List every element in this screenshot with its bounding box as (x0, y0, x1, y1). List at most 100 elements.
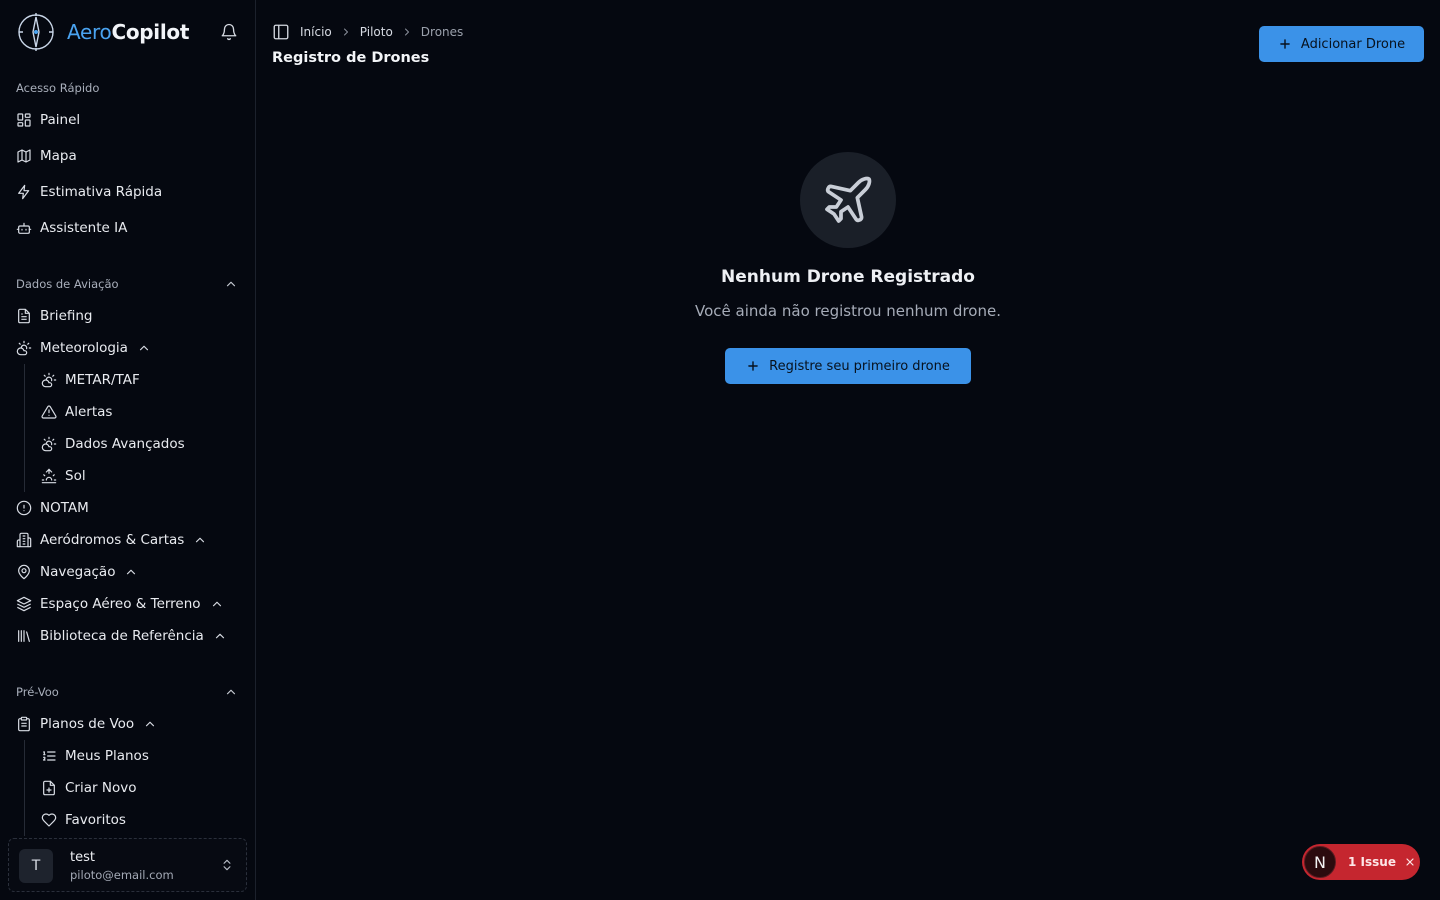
empty-state-subtitle: Você ainda não registrou nenhum drone. (695, 302, 1001, 320)
avatar: T (19, 849, 53, 883)
alert-circle-icon (16, 500, 32, 516)
file-plus-icon (43, 780, 55, 796)
submenu-guide-line (24, 364, 25, 492)
cloud-sun-icon (16, 340, 32, 356)
sidebar-item-label: Espaço Aéreo & Terreno (40, 596, 201, 612)
brand[interactable]: AeroCopilot (16, 12, 240, 52)
empty-state-title: Nenhum Drone Registrado (721, 267, 975, 287)
sidebar-item-estimativa-rapida[interactable]: Estimativa Rápida (16, 178, 162, 206)
sidebar-item-label: Favoritos (65, 812, 126, 828)
sidebar-item-label: Estimativa Rápida (40, 184, 163, 200)
close-icon[interactable] (1404, 856, 1416, 868)
sidebar-item-assistente-ia[interactable]: Assistente IA (16, 214, 127, 242)
sidebar-item-label: NOTAM (40, 500, 89, 516)
chevron-up-icon[interactable] (210, 597, 224, 611)
submenu-guide-line (24, 740, 25, 836)
clipboard-icon (18, 716, 30, 732)
user-menu[interactable]: T test piloto@email.com (8, 838, 247, 892)
sidebar-item-label: Aeródromos & Cartas (40, 532, 185, 548)
chevrons-up-down-icon[interactable] (220, 858, 234, 872)
library-icon (18, 630, 30, 642)
sidebar-item-label: Alertas (65, 404, 113, 420)
page-title: Registro de Drones (272, 50, 430, 66)
sidebar-item-notam[interactable]: NOTAM (16, 494, 89, 522)
sidebar-item-label: METAR/TAF (65, 372, 140, 388)
list-ordered-icon (43, 751, 56, 761)
sidebar-item-label: Meteorologia (40, 340, 128, 356)
add-drone-label: Adicionar Drone (1300, 36, 1406, 52)
plus-icon (748, 361, 758, 371)
lightning-icon (18, 184, 30, 200)
register-first-drone-label: Registre seu primeiro drone (769, 358, 950, 374)
sidebar-item-painel[interactable]: Painel (16, 106, 80, 134)
breadcrumb: Início Piloto Drones (272, 22, 463, 42)
breadcrumb-current: Drones (420, 25, 464, 39)
sidebar-item-meteorologia[interactable]: Meteorologia (16, 334, 151, 362)
sidebar-toggle-icon[interactable] (272, 23, 290, 41)
sidebar: AeroCopilot Acesso Rápido Painel Mapa Es… (0, 0, 256, 900)
issues-count: 1 Issue (1348, 855, 1396, 869)
sidebar-item-briefing[interactable]: Briefing (16, 302, 93, 330)
plane-icon (825, 176, 872, 223)
issues-badge[interactable]: N 1 Issue (1302, 844, 1420, 880)
chevron-right-icon (343, 28, 348, 36)
chevron-up-icon[interactable] (213, 629, 227, 643)
sidebar-item-label: Dados Avançados (65, 436, 185, 452)
sidebar-item-planos-de-voo[interactable]: Planos de Voo (16, 710, 157, 738)
chevron-up-icon[interactable] (124, 565, 138, 579)
layers-icon (16, 596, 32, 612)
empty-state-illustration (800, 152, 896, 248)
plus-icon (1280, 39, 1290, 49)
sidebar-item-label: Sol (65, 468, 86, 484)
sidebar-item-navegacao[interactable]: Navegação (16, 558, 138, 586)
sidebar-item-label: Assistente IA (40, 220, 128, 236)
register-first-drone-button[interactable]: Registre seu primeiro drone (725, 348, 971, 384)
sidebar-item-alertas[interactable]: Alertas (41, 398, 112, 426)
sidebar-item-label: Criar Novo (65, 780, 137, 796)
sidebar-item-biblioteca-referencia[interactable]: Biblioteca de Referência (16, 622, 227, 650)
cloud-sun-icon (41, 436, 57, 452)
chevron-up-icon[interactable] (224, 277, 238, 291)
file-text-icon (18, 308, 30, 324)
chevron-up-icon[interactable] (143, 717, 157, 731)
section-label-quick-access: Acesso Rápido (16, 81, 100, 95)
compass-logo-icon (18, 13, 54, 51)
sidebar-item-meus-planos[interactable]: Meus Planos (41, 742, 149, 770)
warning-triangle-icon (41, 405, 57, 419)
cloud-sun-icon (41, 372, 57, 388)
sidebar-item-label: Planos de Voo (40, 716, 135, 732)
chevron-up-icon[interactable] (224, 685, 238, 699)
building-icon (16, 532, 32, 548)
dev-tools-logo-icon: N (1304, 846, 1336, 878)
add-drone-button[interactable]: Adicionar Drone (1259, 26, 1424, 62)
user-name: test (70, 850, 95, 865)
sidebar-item-mapa[interactable]: Mapa (16, 142, 77, 170)
chevron-up-icon[interactable] (137, 341, 151, 355)
sidebar-item-label: Biblioteca de Referência (40, 628, 204, 644)
sidebar-item-sol[interactable]: Sol (41, 462, 86, 490)
sidebar-item-label: Briefing (40, 308, 93, 324)
sidebar-item-label: Meus Planos (65, 748, 149, 764)
sidebar-item-label: Mapa (40, 148, 77, 164)
section-label-aviation-data: Dados de Aviação (16, 277, 119, 291)
brand-name: AeroCopilot (67, 20, 190, 44)
sidebar-item-aerodromos-cartas[interactable]: Aeródromos & Cartas (16, 526, 207, 554)
breadcrumb-link-piloto[interactable]: Piloto (360, 25, 393, 39)
sidebar-item-espaco-aereo-terreno[interactable]: Espaço Aéreo & Terreno (16, 590, 224, 618)
sidebar-item-metar-taf[interactable]: METAR/TAF (41, 366, 140, 394)
dashboard-icon (17, 113, 31, 127)
map-icon (17, 149, 31, 163)
section-label-preflight: Pré-Voo (16, 685, 59, 699)
sidebar-item-label: Navegação (40, 564, 116, 580)
chevron-right-icon (404, 28, 409, 36)
bell-icon[interactable] (220, 23, 238, 41)
bot-icon (16, 222, 32, 234)
user-email: piloto@email.com (70, 868, 174, 882)
breadcrumb-link-inicio[interactable]: Início (300, 25, 332, 39)
chevron-up-icon[interactable] (193, 533, 207, 547)
map-pin-icon (18, 564, 30, 580)
sidebar-item-dados-avancados[interactable]: Dados Avançados (41, 430, 185, 458)
sidebar-item-favoritos[interactable]: Favoritos (41, 806, 126, 834)
sidebar-item-label: Painel (40, 112, 81, 128)
sidebar-item-criar-novo[interactable]: Criar Novo (41, 774, 136, 802)
